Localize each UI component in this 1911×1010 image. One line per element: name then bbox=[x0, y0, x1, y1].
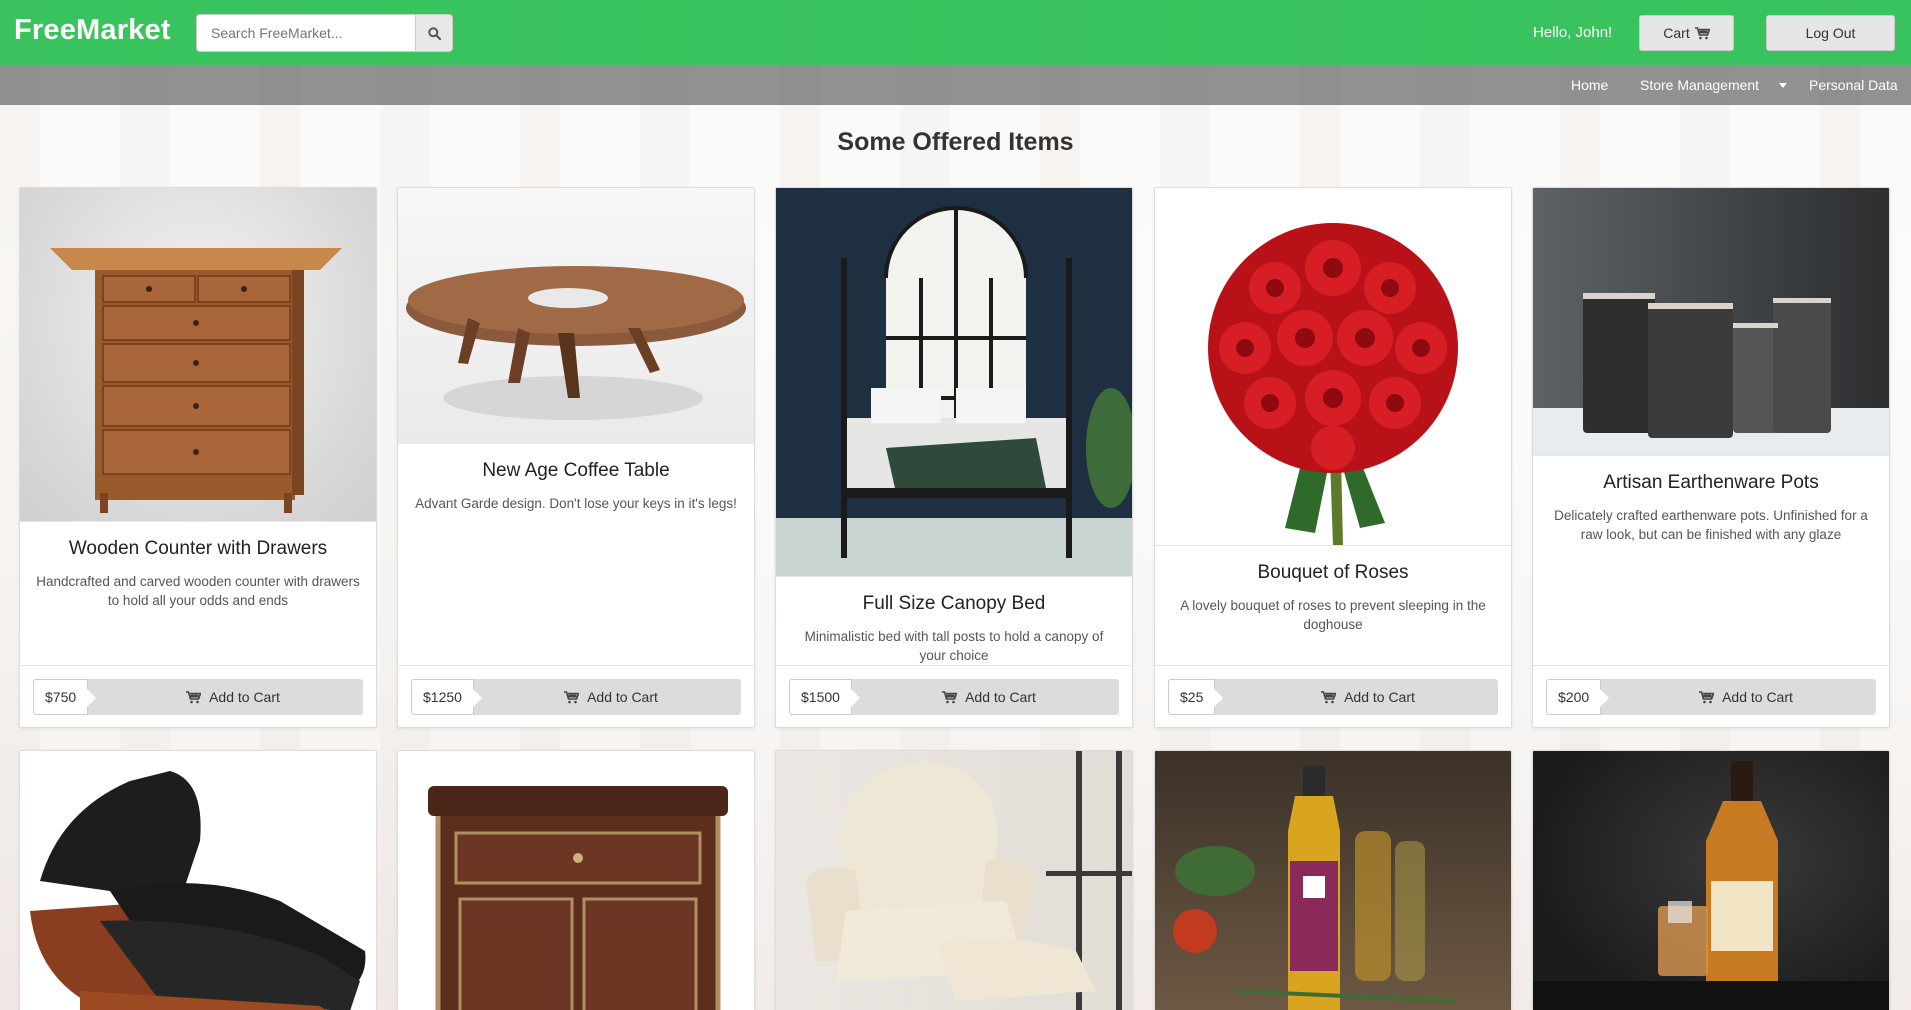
brand-logo[interactable]: FreeMarket bbox=[14, 14, 171, 47]
nav-personal-data[interactable]: Personal Data bbox=[1809, 77, 1898, 93]
product-card: Wooden Counter with Drawers Handcrafted … bbox=[19, 187, 377, 728]
product-card bbox=[1154, 750, 1512, 1010]
product-title[interactable]: New Age Coffee Table bbox=[398, 460, 754, 482]
card-footer: Add to Cart $750 bbox=[20, 665, 376, 727]
product-title[interactable]: Wooden Counter with Drawers bbox=[20, 538, 376, 560]
product-image[interactable] bbox=[20, 751, 376, 1010]
product-card: New Age Coffee Table Advant Garde design… bbox=[397, 187, 755, 728]
cart-button[interactable]: Cart bbox=[1639, 15, 1734, 51]
product-image[interactable] bbox=[776, 751, 1132, 1010]
cart-icon bbox=[186, 690, 202, 703]
search-button[interactable] bbox=[415, 14, 453, 52]
product-image[interactable] bbox=[1155, 188, 1511, 546]
add-to-cart-label: Add to Cart bbox=[1722, 689, 1793, 705]
cart-icon bbox=[1699, 690, 1715, 703]
product-image[interactable] bbox=[776, 188, 1132, 577]
add-to-cart-label: Add to Cart bbox=[587, 689, 658, 705]
product-description: A lovely bouquet of roses to prevent sle… bbox=[1180, 598, 1486, 632]
cart-label: Cart bbox=[1663, 25, 1690, 41]
product-card: Artisan Earthenware Pots Delicately craf… bbox=[1532, 187, 1890, 728]
search-input[interactable] bbox=[196, 14, 415, 52]
add-to-cart-label: Add to Cart bbox=[1344, 689, 1415, 705]
add-to-cart-label: Add to Cart bbox=[965, 689, 1036, 705]
section-title: Some Offered Items bbox=[837, 128, 1074, 156]
price-tag: $25 bbox=[1168, 679, 1224, 715]
product-card bbox=[19, 750, 377, 1010]
secondary-navbar: Home Store Management Personal Data bbox=[0, 65, 1911, 105]
product-card bbox=[1532, 750, 1890, 1010]
product-image[interactable] bbox=[20, 188, 376, 522]
card-footer: Add to Cart $1500 bbox=[776, 665, 1132, 727]
price-tag: $1250 bbox=[411, 679, 482, 715]
card-footer: Add to Cart $1250 bbox=[398, 665, 754, 727]
search-group bbox=[196, 14, 453, 52]
cart-icon bbox=[1321, 690, 1337, 703]
price-tag: $1500 bbox=[789, 679, 860, 715]
product-title[interactable]: Full Size Canopy Bed bbox=[776, 593, 1132, 615]
product-card: Bouquet of Roses A lovely bouquet of ros… bbox=[1154, 187, 1512, 728]
logout-button[interactable]: Log Out bbox=[1766, 15, 1895, 51]
product-card bbox=[397, 750, 755, 1010]
product-image[interactable] bbox=[1155, 751, 1511, 1010]
product-image[interactable] bbox=[1533, 188, 1889, 456]
caret-down-icon bbox=[1779, 82, 1788, 88]
cart-icon bbox=[942, 690, 958, 703]
nav-home[interactable]: Home bbox=[1571, 77, 1608, 93]
card-footer: Add to Cart $25 bbox=[1155, 665, 1511, 727]
product-description: Handcrafted and carved wooden counter wi… bbox=[36, 574, 360, 608]
product-image[interactable] bbox=[398, 751, 754, 1010]
product-image[interactable] bbox=[398, 188, 754, 444]
search-icon bbox=[427, 26, 441, 40]
user-greeting: Hello, John! bbox=[1533, 24, 1613, 41]
top-navbar: FreeMarket Hello, John! Cart Log Out bbox=[0, 0, 1911, 65]
price-tag: $200 bbox=[1546, 679, 1610, 715]
cart-icon bbox=[1694, 26, 1710, 39]
nav-store-management-label: Store Management bbox=[1640, 77, 1760, 93]
cart-icon bbox=[564, 690, 580, 703]
product-image[interactable] bbox=[1533, 751, 1889, 1010]
price-tag: $750 bbox=[33, 679, 97, 715]
card-footer: Add to Cart $200 bbox=[1533, 665, 1889, 727]
product-description: Advant Garde design. Don't lose your key… bbox=[415, 496, 737, 511]
product-title[interactable]: Artisan Earthenware Pots bbox=[1533, 472, 1889, 494]
product-card: Full Size Canopy Bed Minimalistic bed wi… bbox=[775, 187, 1133, 728]
nav-store-management[interactable]: Store Management bbox=[1640, 77, 1788, 93]
product-card bbox=[775, 750, 1133, 1010]
product-title[interactable]: Bouquet of Roses bbox=[1155, 562, 1511, 584]
add-to-cart-label: Add to Cart bbox=[209, 689, 280, 705]
product-description: Minimalistic bed with tall posts to hold… bbox=[804, 629, 1104, 663]
product-description: Delicately crafted earthenware pots. Unf… bbox=[1554, 508, 1868, 542]
